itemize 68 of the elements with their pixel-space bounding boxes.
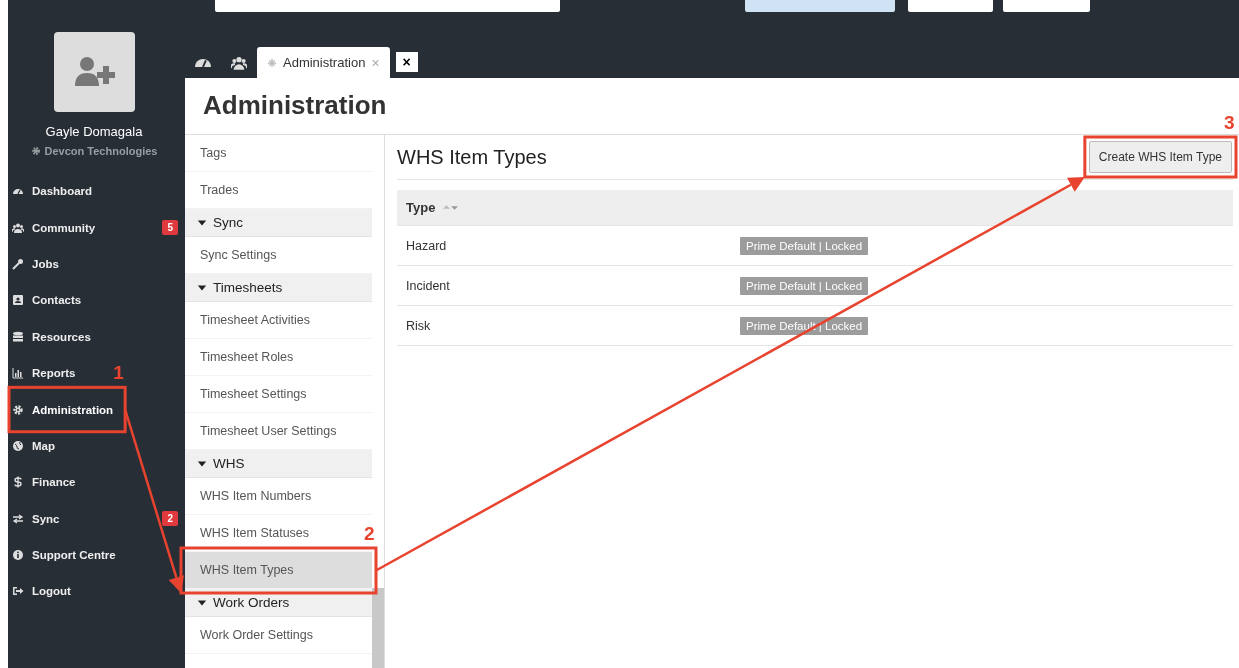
section-label: WHS — [213, 456, 245, 471]
asterisk-icon — [267, 57, 277, 68]
add-user-icon — [73, 56, 115, 88]
submenu-section[interactable]: WHS — [185, 450, 372, 478]
scrollbar-thumb[interactable] — [372, 588, 384, 668]
submenu-item[interactable]: Timesheet Roles — [185, 339, 372, 376]
wrench-icon — [12, 257, 24, 270]
submenu-item[interactable]: Timesheet Settings — [185, 376, 372, 413]
sidebar-item[interactable]: Finance — [8, 464, 84, 501]
submenu-section[interactable]: Work Orders — [185, 589, 372, 617]
company-name: Devcon Technologies — [44, 145, 158, 157]
sidebar-item[interactable]: Map — [8, 427, 63, 465]
close-all-button[interactable]: × — [395, 51, 418, 72]
tab-label: Administration — [283, 55, 366, 70]
section-label: Work Orders — [213, 595, 290, 610]
status-tag: Prime Default | Locked — [740, 236, 869, 255]
table-cell-text: Risk — [405, 318, 432, 333]
sidebar-item[interactable]: Administration — [8, 391, 122, 428]
step-number: 2 — [364, 523, 375, 544]
top-button[interactable] — [1003, 0, 1090, 12]
submenu-section[interactable]: Timesheets — [185, 274, 372, 302]
sidebar-item[interactable]: Community 5 — [8, 209, 180, 246]
status-tag: Prime Default | Locked — [740, 276, 869, 295]
gear-icon — [12, 403, 24, 416]
sidebar-item[interactable]: Resources — [8, 318, 99, 355]
table-cell-text: Hazard — [405, 238, 448, 253]
user-name: Gayle Domagala — [44, 124, 144, 139]
count-badge: 5 — [162, 220, 178, 236]
users-icon — [231, 54, 247, 71]
globe-icon — [12, 439, 24, 452]
step-number: 1 — [113, 362, 124, 384]
submenu-item[interactable]: WHS Item Numbers — [185, 478, 372, 515]
sidebar-item[interactable]: Logout — [8, 573, 79, 610]
panel-title: WHS Item Types — [397, 145, 547, 169]
database-icon — [12, 330, 24, 343]
section-label: Timesheets — [213, 280, 283, 295]
sidebar-item[interactable]: Dashboard — [8, 173, 101, 210]
search-field[interactable] — [215, 0, 560, 12]
users-icon — [12, 221, 24, 234]
bar-chart-icon — [12, 367, 24, 380]
sidebar-item[interactable]: Jobs — [8, 245, 67, 283]
submenu-item[interactable]: Tags — [185, 135, 372, 172]
sort-icon — [443, 205, 459, 210]
top-button[interactable] — [745, 0, 895, 12]
sidebar-item[interactable]: Sync 2 — [8, 500, 180, 537]
info-icon — [12, 549, 24, 562]
submenu-item[interactable]: WHS Item Types — [185, 552, 372, 589]
arrows-icon — [12, 512, 24, 525]
submenu-section[interactable]: Sync — [185, 209, 372, 237]
create-button[interactable]: Create WHS Item Type — [1088, 141, 1232, 173]
count-badge: 2 — [162, 511, 178, 527]
column-title: Type — [406, 200, 436, 215]
dollar-icon — [12, 476, 24, 489]
sidebar-item[interactable]: Support Centre — [8, 536, 124, 574]
logout-icon — [12, 585, 24, 598]
sidebar-item[interactable]: Reports — [8, 354, 84, 392]
dashboard-icon — [195, 58, 211, 67]
gear-icon — [30, 146, 41, 156]
column-header[interactable]: Type — [397, 190, 1233, 226]
step-number: 3 — [1224, 112, 1235, 133]
section-label: Sync — [213, 215, 243, 230]
avatar[interactable] — [53, 32, 135, 112]
submenu-item[interactable]: Timesheet Activities — [185, 302, 372, 339]
table-cell-text: Incident — [405, 278, 451, 293]
top-button[interactable] — [908, 0, 993, 12]
tab[interactable]: Administration × — [257, 47, 390, 78]
sidebar-item[interactable]: Contacts — [8, 282, 90, 319]
contact-card-icon — [12, 294, 24, 307]
